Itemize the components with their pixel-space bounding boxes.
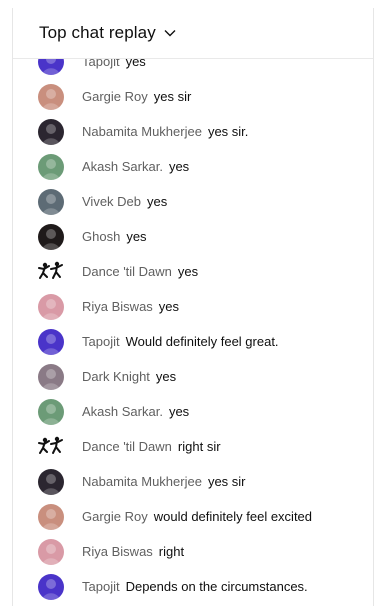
chat-message[interactable]: Akash Sarkar. yes [13, 149, 373, 184]
avatar[interactable] [38, 293, 64, 320]
chat-author-name[interactable]: Dance 'til Dawn [82, 264, 172, 279]
chat-author-name[interactable]: Tapojit [82, 334, 120, 349]
avatar[interactable] [38, 503, 64, 530]
chat-message-text: yes [168, 159, 190, 174]
avatar[interactable] [38, 328, 64, 355]
chat-author-name[interactable]: Vivek Deb [82, 194, 141, 209]
chat-mode-label: Top chat replay [39, 23, 156, 42]
chat-message-text: Depends on the circumstances. [125, 579, 308, 594]
chat-message-text: yes [155, 369, 177, 384]
dancers-icon[interactable] [38, 259, 64, 285]
chat-message-text: would definitely feel excited [153, 509, 313, 524]
chat-message[interactable]: Nabamita Mukherjee yes sir. [13, 114, 373, 149]
avatar[interactable] [38, 573, 64, 600]
chat-author-name[interactable]: Ghosh [82, 229, 120, 244]
avatar[interactable] [38, 153, 64, 180]
chat-message[interactable]: Vivek Deb yes [13, 184, 373, 219]
chat-mode-dropdown[interactable]: Top chat replay [13, 8, 373, 59]
chat-message[interactable]: Riya Biswas yes [13, 289, 373, 324]
chat-message[interactable]: Tapojit Would definitely feel great. [13, 324, 373, 359]
chat-message-text: Would definitely feel great. [125, 334, 279, 349]
avatar[interactable] [38, 468, 64, 495]
chat-author-name[interactable]: Riya Biswas [82, 544, 153, 559]
chevron-down-icon [163, 26, 177, 40]
chat-author-name[interactable]: Akash Sarkar. [82, 159, 163, 174]
chat-panel: Top chat replay Tapojit yes Gargie Roy yes … [12, 8, 374, 606]
chat-message-text: yes [147, 194, 168, 209]
chat-message[interactable]: Gargie Roy would definitely feel excited [13, 499, 373, 534]
chat-message[interactable]: Dance 'til Dawn yes [13, 254, 373, 289]
chat-author-name[interactable]: Gargie Roy [82, 89, 148, 104]
avatar[interactable] [38, 223, 64, 250]
chat-message-text: yes [158, 299, 180, 314]
chat-message[interactable]: Nabamita Mukherjee yes sir [13, 464, 373, 499]
chat-message[interactable]: Dance 'til Dawn right sir [13, 429, 373, 464]
chat-author-name[interactable]: Tapojit [82, 579, 120, 594]
chat-message-text: yes [168, 404, 190, 419]
chat-message[interactable]: Akash Sarkar. yes [13, 394, 373, 429]
chat-message-text: yes sir [153, 89, 192, 104]
chat-message[interactable]: Gargie Roy yes sir [13, 79, 373, 114]
chat-message[interactable]: Riya Biswas right [13, 534, 373, 569]
chat-author-name[interactable]: Gargie Roy [82, 509, 148, 524]
chat-author-name[interactable]: Nabamita Mukherjee [82, 124, 202, 139]
chat-message[interactable]: Dark Knight yes [13, 359, 373, 394]
dancers-icon[interactable] [38, 434, 64, 460]
chat-message-text: yes [126, 229, 147, 244]
avatar[interactable] [38, 118, 64, 145]
avatar[interactable] [38, 363, 64, 390]
chat-author-name[interactable]: Nabamita Mukherjee [82, 474, 202, 489]
chat-author-name[interactable]: Akash Sarkar. [82, 404, 163, 419]
chat-message-text: yes [177, 264, 199, 279]
chat-message[interactable]: Tapojit Depends on the circumstances. [13, 569, 373, 604]
chat-author-name[interactable]: Dance 'til Dawn [82, 439, 172, 454]
chat-message-text: yes sir. [207, 124, 249, 139]
chat-message-list[interactable]: Tapojit yes Gargie Roy yes sir Nabamita Mukh… [13, 44, 373, 604]
avatar[interactable] [38, 538, 64, 565]
chat-message-text: yes sir [207, 474, 246, 489]
chat-author-name[interactable]: Dark Knight [82, 369, 150, 384]
chat-message[interactable]: Ghosh yes [13, 219, 373, 254]
chat-message-text: right sir [177, 439, 221, 454]
chat-author-name[interactable]: Riya Biswas [82, 299, 153, 314]
avatar[interactable] [38, 398, 64, 425]
chat-message-text: right [158, 544, 185, 559]
avatar[interactable] [38, 83, 64, 110]
avatar[interactable] [38, 188, 64, 215]
